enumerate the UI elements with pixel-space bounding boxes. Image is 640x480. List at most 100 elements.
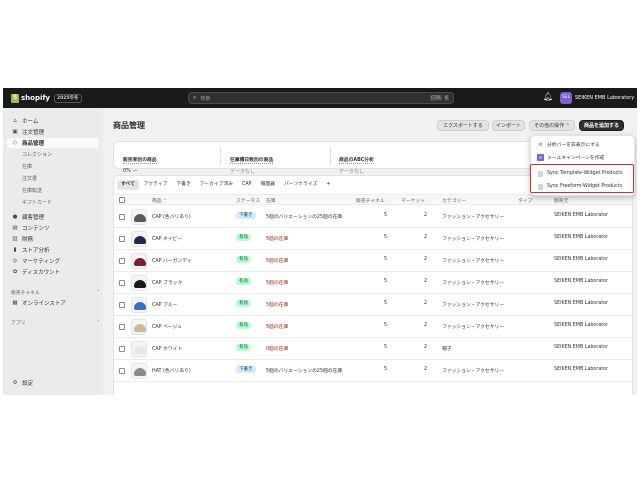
add-product-button[interactable]: 商品を追加する <box>579 120 624 131</box>
col-product[interactable]: 商品 ⌃ <box>152 197 167 204</box>
sidebar-item-label: ホーム <box>22 119 39 125</box>
row-checkbox[interactable] <box>119 324 125 330</box>
table-row[interactable]: CAP バーガンディ 有効 5個の在庫 5 2 ファッション・アクセサリー SEIKEN E… <box>114 250 632 272</box>
account-menu[interactable]: SEL SEIKEN EMB Laboratory <box>560 92 634 104</box>
tab-all[interactable]: すべて <box>117 179 139 190</box>
status-badge: 有効 <box>236 344 251 351</box>
person-icon: ● <box>12 214 18 220</box>
table-row[interactable]: CAP ネイビー 有効 5個の在庫 5 2 ファッション・アクセサリー SEIKEN EMB… <box>114 228 632 250</box>
tab-personalize[interactable]: パーソナライズ <box>280 180 321 190</box>
markets-value: 2 <box>424 323 428 328</box>
table-row[interactable]: CAP ベージュ 有効 5個の在庫 5 2 ファッション・アクセサリー SEIKEN EMB… <box>114 316 632 338</box>
sidebar-item-customers[interactable]: ● 顧客管理 <box>7 212 99 222</box>
tab-archived[interactable]: アーカイブ済み <box>196 180 237 190</box>
product-name[interactable]: CAP バーガンディ <box>152 257 192 264</box>
menu-item-label: メールキャンペーンを作成 <box>547 156 605 161</box>
status-badge: 下書き <box>236 366 256 373</box>
sidebar-item-transfers[interactable]: 在庫転送 <box>7 185 99 195</box>
metric-days-of-inventory[interactable]: 在庫積日数別の商品 データなし <box>230 146 274 175</box>
col-category[interactable]: カテゴリー <box>442 197 466 204</box>
status-badge: 有効 <box>236 300 251 307</box>
channels-value: 5 <box>384 323 388 328</box>
category-value: ファッション・アクセサリー <box>442 259 505 264</box>
product-name[interactable]: CAP (色バリあり) <box>152 213 191 220</box>
sidebar-item-content[interactable]: ▤ コンテンツ <box>7 223 99 233</box>
channels-value: 5 <box>384 235 388 240</box>
search-input[interactable]: ⌕ 検索 CTRL K <box>188 92 454 104</box>
row-checkbox[interactable] <box>119 302 125 308</box>
sales-channels-header[interactable]: 販売チャネル › <box>7 289 99 296</box>
sidebar-item-gift-cards[interactable]: ギフトカード <box>7 197 99 207</box>
export-button[interactable]: エクスポートする <box>437 120 489 131</box>
tab-active[interactable]: アクティブ <box>140 180 171 190</box>
col-label: 商品 <box>152 199 162 204</box>
row-checkbox[interactable] <box>119 280 125 286</box>
row-checkbox[interactable] <box>119 346 125 352</box>
sidebar-item-inventory[interactable]: 在庫 <box>7 161 99 171</box>
sidebar: ⌂ ホーム ▣ 注文管理 ◇ 商品管理 コレクション 在庫 注文書 在庫転送 ギフトカ… <box>3 108 103 395</box>
tab-cap[interactable]: CAP <box>238 180 256 190</box>
col-status[interactable]: ステータス <box>236 197 260 204</box>
sidebar-item-label: 商品管理 <box>22 141 45 147</box>
screenshot-stage: shopify 2025年冬 ⌕ 検索 CTRL K 🔔︎ SEL SEIKEN… <box>0 0 640 480</box>
product-name[interactable]: CAP ブラック <box>152 279 182 286</box>
row-checkbox[interactable] <box>119 258 125 264</box>
select-all-checkbox[interactable] <box>119 197 125 203</box>
col-type[interactable]: タイプ <box>518 197 532 204</box>
product-name[interactable]: HAT (色バリあり) <box>152 367 191 374</box>
product-name[interactable]: CAP ブルー <box>152 301 177 308</box>
import-button[interactable]: インポート <box>492 120 525 131</box>
metric-abc-analysis[interactable]: 商品のABC分析 データなし <box>339 146 374 175</box>
col-inventory[interactable]: 在庫 <box>266 197 276 204</box>
tab-draft[interactable]: 下書き <box>172 180 194 190</box>
sidebar-item-marketing[interactable]: ◎ マーケティング <box>7 256 99 266</box>
product-name[interactable]: CAP ネイビー <box>152 235 182 242</box>
col-channels[interactable]: 販売チャネル <box>356 197 385 204</box>
product-image <box>134 280 146 288</box>
table-row[interactable]: CAP ブラック 有効 5個の在庫 5 2 ファッション・アクセサリー SEIKEN EMB… <box>114 272 632 294</box>
vendor-value: SEIKEN EMB Laborator <box>554 323 609 328</box>
menu-item-email-campaign[interactable]: ✉ メールキャンペーンを作成 <box>534 152 633 163</box>
product-name[interactable]: CAP ベージュ <box>152 323 182 330</box>
bell-icon[interactable]: 🔔︎ <box>543 92 553 101</box>
sidebar-item-purchase-orders[interactable]: 注文書 <box>7 173 99 183</box>
row-checkbox[interactable] <box>119 214 125 220</box>
sidebar-item-analytics[interactable]: ▮ ストア分析 <box>7 245 99 255</box>
table-row[interactable]: CAP ホワイト 有効 0個の在庫 5 2 帽子 SEIKEN EMB Laborator <box>114 338 632 360</box>
table-row[interactable]: HAT (色バリあり) 下書き 5個のバリエーションの25個の在庫 5 2 ファッション・… <box>114 360 632 382</box>
inventory-value: 5個の在庫 <box>266 281 289 286</box>
product-image <box>134 302 146 310</box>
brand-name: shopify <box>21 94 50 102</box>
product-thumbnail <box>131 319 147 335</box>
col-vendor[interactable]: 販売元 <box>554 197 568 204</box>
content-icon: ▤ <box>12 225 18 231</box>
menu-item-hide-analytics[interactable]: ⊘ 分析バーを非表示にする <box>534 139 633 150</box>
more-actions-button[interactable]: その他の操作 ⌃ <box>529 120 575 131</box>
vendor-value: SEIKEN EMB Laborator <box>554 367 609 372</box>
sort-icon: ⌃ <box>163 199 168 204</box>
row-checkbox[interactable] <box>119 368 125 374</box>
metric-sell-through[interactable]: 販売率別の商品 0% — <box>123 146 157 174</box>
sidebar-item-online-store[interactable]: ▦ オンラインストア <box>7 298 99 308</box>
tab-hat[interactable]: 帽面器 <box>257 180 279 190</box>
sidebar-item-discounts[interactable]: ✿ ディスカウント <box>7 267 99 277</box>
target-icon: ◎ <box>12 258 18 264</box>
sidebar-item-label: オンラインストア <box>22 301 66 307</box>
table-row[interactable]: CAP ブルー 有効 5個の在庫 5 2 ファッション・アクセサリー SEIKEN EMB … <box>114 294 632 316</box>
inventory-value: 5個の在庫 <box>266 325 289 330</box>
sidebar-item-orders[interactable]: ▣ 注文管理 <box>7 127 99 137</box>
apps-header[interactable]: アプリ › <box>7 319 99 326</box>
sidebar-item-finance[interactable]: ▥ 財務 <box>7 234 99 244</box>
sidebar-item-settings[interactable]: ⚙ 設定 <box>7 378 99 388</box>
add-view-button[interactable]: + <box>322 180 334 190</box>
table-row[interactable]: CAP (色バリあり) 下書き 5個のバリエーションの25個の在庫 5 2 ファッション・… <box>114 206 632 228</box>
sidebar-item-collections[interactable]: コレクション <box>7 149 99 159</box>
shopify-logo[interactable]: shopify 2025年冬 <box>11 93 82 103</box>
channels-value: 5 <box>384 213 388 218</box>
row-checkbox[interactable] <box>119 236 125 242</box>
sidebar-item-home[interactable]: ⌂ ホーム <box>7 116 99 126</box>
sidebar-item-products[interactable]: ◇ 商品管理 <box>7 138 99 148</box>
product-name[interactable]: CAP ホワイト <box>152 345 182 352</box>
metric-value: データなし <box>339 169 365 175</box>
col-markets[interactable]: マーケット <box>401 197 425 204</box>
